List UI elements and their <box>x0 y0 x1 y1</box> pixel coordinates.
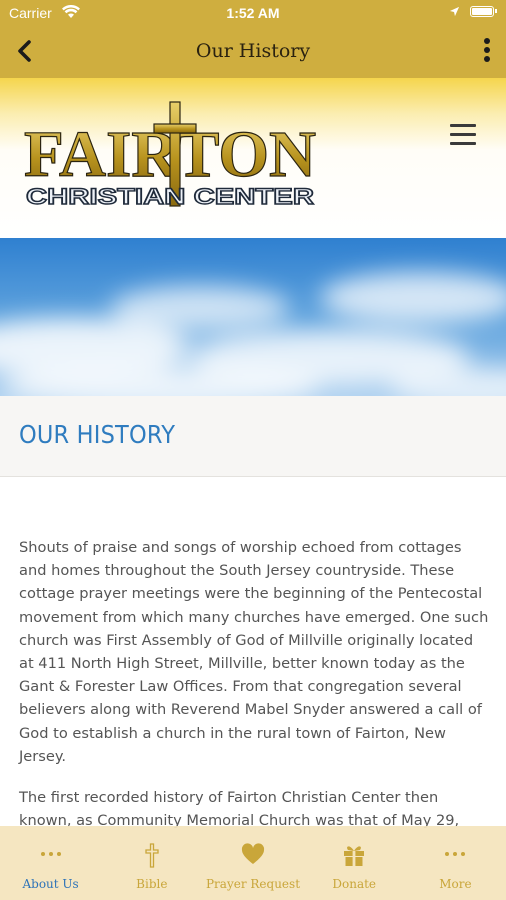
page-heading: OUR HISTORY <box>19 420 176 449</box>
nav-bar: Our History <box>0 26 506 78</box>
history-content: Shouts of praise and songs of worship ec… <box>19 536 489 850</box>
hamburger-menu-icon[interactable] <box>450 124 476 146</box>
status-bar: Carrier 1:52 AM <box>0 0 506 26</box>
fairton-logo[interactable]: FAIRTON CHRISTIAN CENTER <box>20 98 320 210</box>
tab-donate[interactable]: Donate <box>304 826 405 900</box>
logo-subtitle: CHRISTIAN CENTER <box>26 184 314 209</box>
sky-banner-image <box>0 238 506 396</box>
tab-prayer-request[interactable]: Prayer Request <box>202 826 303 900</box>
tab-label: Bible <box>136 877 168 891</box>
cross-icon <box>145 843 159 868</box>
gift-icon <box>344 846 365 866</box>
tab-label: Prayer Request <box>205 877 301 891</box>
site-header: FAIRTON CHRISTIAN CENTER <box>0 78 506 238</box>
paragraph: Shouts of praise and songs of worship ec… <box>19 539 489 765</box>
tab-label: More <box>439 877 472 891</box>
tab-label: Donate <box>332 877 377 891</box>
tab-more[interactable]: More <box>405 826 506 900</box>
page-heading-section: OUR HISTORY <box>0 396 506 477</box>
battery-icon <box>470 6 497 17</box>
tab-bible[interactable]: Bible <box>101 826 202 900</box>
tab-label: About Us <box>22 877 79 891</box>
more-options-icon[interactable] <box>482 38 492 66</box>
status-time: 1:52 AM <box>226 5 280 21</box>
tab-about-us[interactable]: About Us <box>0 826 101 900</box>
top-bar: Carrier 1:52 AM Our History <box>0 0 506 78</box>
heart-icon <box>241 843 265 864</box>
bottom-tab-bar: About Us Bible Prayer Request Donate Mor… <box>0 826 506 900</box>
nav-title: Our History <box>195 40 311 62</box>
location-arrow-icon <box>449 6 460 17</box>
more-dots-icon <box>38 842 64 868</box>
more-dots-icon <box>442 842 468 868</box>
